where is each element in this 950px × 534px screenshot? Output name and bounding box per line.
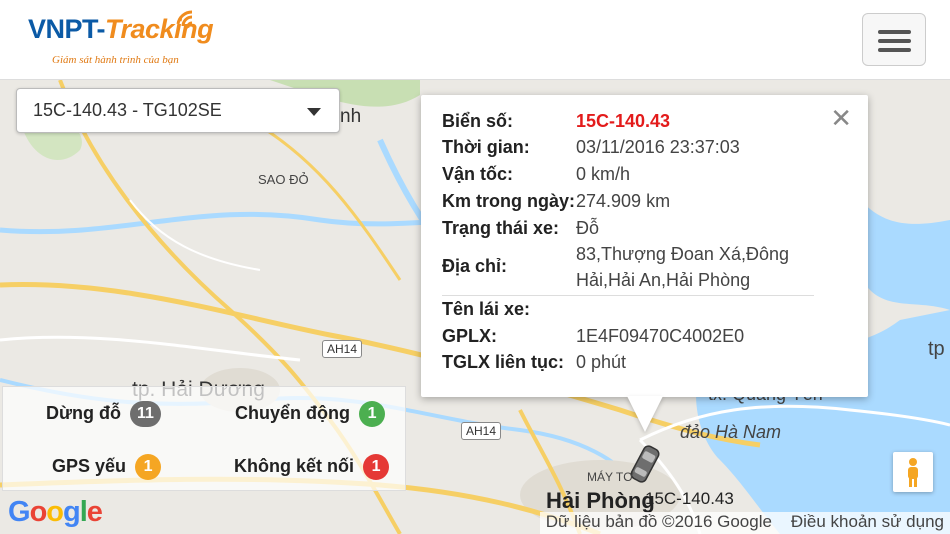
map-label-may-to: MÁY TƠ [587, 470, 634, 484]
map-label-dao-ha-nam: đảo Hà Nam [680, 422, 782, 442]
legend-count-badge: 1 [359, 401, 386, 427]
hamburger-icon [878, 30, 911, 34]
hamburger-icon-bar [878, 39, 911, 43]
info-label: Biển số: [442, 111, 514, 131]
status-legend: Dừng đỗ 11 Chuyển động 1 GPS yếu 1 Không… [2, 386, 406, 491]
info-value-km-day: 274.909 km [576, 191, 671, 211]
vehicle-select[interactable]: 15C-140.43 - TG102SE [16, 88, 340, 133]
logo-tagline: Giám sát hành trình của bạn [52, 54, 179, 66]
legend-item-weak-gps[interactable]: GPS yếu 1 [52, 454, 162, 480]
app-header: VNPT-Tracking Giám sát hành trình của bạ… [0, 0, 950, 80]
map-label-sao-do: SAO ĐỎ [258, 172, 309, 187]
info-value-address-1: 83,Thượng Đoan Xá,Đông [576, 244, 789, 264]
vehicle-select-value: 15C-140.43 - TG102SE [33, 100, 222, 120]
info-value-plate: 15C-140.43 [576, 111, 671, 131]
hamburger-icon-bar [878, 48, 911, 52]
info-value-drive-time: 0 phút [576, 352, 627, 372]
info-value-address-2: Hải,Hải An,Hải Phòng [576, 270, 751, 290]
legend-count-badge: 1 [135, 454, 162, 480]
info-value-license: 1E4F09470C4002E0 [576, 326, 745, 346]
info-label: Tên lái xe: [442, 299, 531, 319]
terms-link[interactable]: Điều khoản sử dụng [791, 512, 944, 531]
map-label-tp: tp [928, 338, 945, 360]
info-label: Vận tốc: [442, 164, 514, 184]
road-badge-ah14: AH14 [322, 340, 363, 358]
legend-label: Dừng đỗ [46, 402, 122, 423]
legend-item-moving[interactable]: Chuyển động 1 [235, 401, 386, 427]
legend-count-badge: 11 [130, 401, 161, 427]
info-label: Trạng thái xe: [442, 218, 560, 238]
google-logo[interactable]: Google [8, 496, 103, 529]
info-label: Thời gian: [442, 137, 530, 157]
map-label-partial: nh [340, 106, 362, 127]
vnpt-tracking-logo[interactable]: VNPT-Tracking Giám sát hành trình của bạ… [28, 10, 214, 66]
popup-pointer [627, 396, 663, 432]
legend-count-badge: 1 [363, 454, 390, 480]
info-label: Km trong ngày: [442, 191, 575, 211]
legend-item-disconnected[interactable]: Không kết nối 1 [234, 454, 390, 480]
map-attribution: Dữ liệu bản đồ ©2016 Google Điều khoản s… [539, 512, 950, 534]
legend-item-stopped[interactable]: Dừng đỗ 11 [46, 401, 161, 427]
road-badge-ah14: AH14 [461, 422, 502, 440]
pegman-icon [908, 458, 918, 487]
legend-label: Không kết nối [234, 455, 354, 476]
close-icon[interactable]: ✕ [830, 103, 852, 134]
logo-main-text: VNPT- [28, 14, 106, 44]
popup-divider [442, 295, 814, 296]
legend-label: Chuyển động [235, 402, 350, 423]
vehicle-marker-label[interactable]: 15C-140.43 [645, 489, 734, 509]
attribution-text: Dữ liệu bản đồ ©2016 Google [545, 512, 772, 531]
info-value-time: 03/11/2016 23:37:03 [576, 137, 740, 157]
map-label-hai-phong: Hải Phòng [546, 488, 655, 513]
info-label: Địa chỉ: [442, 256, 508, 276]
info-label: TGLX liên tục: [442, 352, 565, 372]
signal-icon [176, 10, 193, 29]
vehicle-info-popup: ✕ Biển số: 15C-140.43 Thời gian: 03/11/2… [421, 95, 868, 397]
street-view-pegman[interactable] [893, 452, 933, 492]
info-value-speed: 0 km/h [576, 164, 631, 184]
caret-down-icon [307, 108, 321, 116]
info-label: GPLX: [442, 326, 498, 346]
info-value-status: Đỗ [576, 218, 600, 238]
menu-button[interactable] [862, 13, 926, 66]
legend-label: GPS yếu [52, 455, 127, 476]
